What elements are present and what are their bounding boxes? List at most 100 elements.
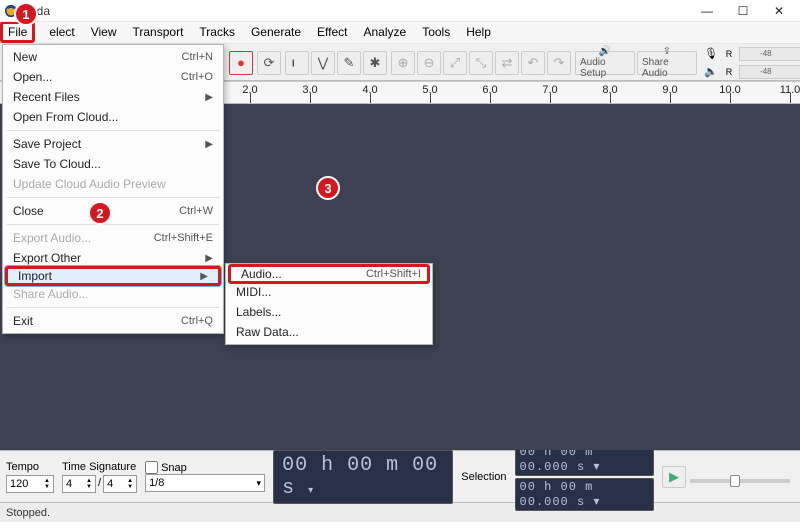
audio-setup-label: Audio Setup	[580, 57, 630, 79]
menu-item-label: Import	[18, 269, 52, 283]
audio-setup-button[interactable]: 🔊 Audio Setup	[575, 51, 635, 75]
menu-item-label: Recent Files	[13, 90, 80, 104]
zoom-in-icon[interactable]: ⊕	[391, 51, 415, 75]
menu-separator	[7, 224, 219, 225]
menu-item-label: Export Other	[13, 251, 81, 265]
svg-text:I: I	[292, 57, 295, 69]
menu-item-label: Open...	[13, 70, 52, 84]
menu-help[interactable]: Help	[458, 22, 499, 43]
fit-project-icon[interactable]: ⤡	[469, 51, 493, 75]
speaker-icon: 🔊	[599, 46, 611, 57]
tool-envelope-icon[interactable]: ⋁	[311, 51, 335, 75]
play-at-speed-button[interactable]: ▶	[662, 466, 686, 488]
menu-item-label: Save Project	[13, 137, 81, 151]
loop-toggle[interactable]: ⟳	[257, 51, 281, 75]
record-button-partial[interactable]: ●	[229, 51, 253, 75]
menu-analyze[interactable]: Analyze	[355, 22, 414, 43]
selection-end[interactable]: 00 h 00 m 00.000 s ▾	[515, 478, 654, 511]
import-menu-audio[interactable]: Audio... Ctrl+Shift+I	[228, 264, 430, 284]
menu-item-label: Export Audio...	[13, 231, 91, 245]
zoom-out-icon[interactable]: ⊖	[417, 51, 441, 75]
menubar: File elect View Transport Tracks Generat…	[0, 22, 800, 44]
import-menu-raw-data[interactable]: Raw Data...	[226, 322, 432, 342]
file-menu-exit[interactable]: ExitCtrl+Q	[3, 311, 223, 331]
tempo-spinner[interactable]: ▲▼	[44, 478, 50, 490]
menu-shortcut: Ctrl+Shift+I	[366, 268, 421, 280]
timesig-group: Time Signature 4 ▲▼ / 4 ▲▼	[62, 461, 137, 493]
annotation-1: 1	[14, 2, 38, 26]
fit-selection-icon[interactable]: ⤢	[443, 51, 467, 75]
tempo-input[interactable]: 120 ▲▼	[6, 475, 54, 493]
file-menu-close[interactable]: Close Ctrl+W	[3, 201, 223, 221]
import-menu-labels[interactable]: Labels...	[226, 302, 432, 322]
recording-meter[interactable]: -48 -24 0	[739, 47, 800, 61]
selection-group: Selection	[461, 471, 506, 483]
import-menu-midi[interactable]: MIDI...	[226, 282, 432, 302]
tool-multitool-icon[interactable]: ✱	[363, 51, 387, 75]
file-menu-save-to-cloud[interactable]: Save To Cloud...	[3, 154, 223, 174]
maximize-button[interactable]: ☐	[726, 2, 760, 20]
snap-label: Snap	[161, 462, 187, 474]
speaker-small-icon: 🔈	[703, 65, 719, 78]
file-menu-export-other[interactable]: Export Other▶	[3, 248, 223, 268]
menu-select-partial[interactable]: elect	[35, 22, 82, 43]
menu-item-label: Save To Cloud...	[13, 157, 101, 171]
zoom-toggle-icon[interactable]: ⇄	[495, 51, 519, 75]
share-audio-label: Share Audio	[642, 57, 692, 79]
tool-selection-icon[interactable]: I	[285, 51, 309, 75]
tool-draw-icon[interactable]: ✎	[337, 51, 361, 75]
close-button[interactable]: ✕	[762, 2, 796, 20]
menu-item-label: Share Audio...	[13, 287, 88, 301]
menu-effect[interactable]: Effect	[309, 22, 355, 43]
snap-group: Snap 1/8 ▾	[145, 461, 265, 492]
status-text: Stopped.	[6, 507, 50, 519]
menu-item-label: New	[13, 50, 37, 64]
menu-shortcut: Ctrl+N	[182, 51, 213, 63]
file-menu-recent-files[interactable]: Recent Files▶	[3, 87, 223, 107]
time-counter[interactable]: 00 h 00 m 00 s ▾	[273, 450, 453, 504]
minimize-button[interactable]: —	[690, 2, 724, 20]
menu-tools[interactable]: Tools	[414, 22, 458, 43]
import-submenu: Audio... Ctrl+Shift+I MIDI... Labels...Raw …	[225, 263, 433, 345]
tempo-group: Tempo 120 ▲▼	[6, 461, 54, 493]
window-controls: — ☐ ✕	[690, 2, 796, 20]
timesig-num-input[interactable]: 4 ▲▼	[62, 475, 96, 493]
status-bar: Stopped.	[0, 502, 800, 522]
undo-icon[interactable]: ↶	[521, 51, 545, 75]
file-menu: New Ctrl+N Open... Ctrl+O Recent Files▶Open …	[2, 44, 224, 334]
rec-level-label: R	[721, 49, 737, 59]
playback-speed-slider[interactable]	[690, 479, 790, 483]
menu-item-label: MIDI...	[236, 285, 271, 299]
menu-generate[interactable]: Generate	[243, 22, 309, 43]
timesig-den-input[interactable]: 4 ▲▼	[103, 475, 137, 493]
menu-shortcut: Ctrl+Shift+E	[154, 232, 213, 244]
file-menu-import[interactable]: Import▶	[5, 266, 221, 286]
timesig-slash: /	[98, 475, 101, 493]
playback-meter[interactable]: -48 -24 0	[739, 65, 800, 79]
snap-checkbox[interactable]	[145, 461, 158, 474]
redo-icon[interactable]: ↷	[547, 51, 571, 75]
titlebar: Auda — ☐ ✕	[0, 0, 800, 22]
annotation-2: 2	[88, 201, 112, 225]
menu-separator	[7, 197, 219, 198]
menu-item-label: Audio...	[241, 267, 282, 281]
menu-transport[interactable]: Transport	[125, 22, 192, 43]
file-menu-open-from-cloud[interactable]: Open From Cloud...	[3, 107, 223, 127]
annotation-3: 3	[316, 176, 340, 200]
timesig-label: Time Signature	[62, 461, 137, 473]
menu-view[interactable]: View	[83, 22, 125, 43]
snap-select[interactable]: 1/8 ▾	[145, 474, 265, 492]
file-menu-save-project[interactable]: Save Project▶	[3, 134, 223, 154]
selection-label: Selection	[461, 471, 506, 483]
bottom-toolbar: Tempo 120 ▲▼ Time Signature 4 ▲▼ / 4 ▲▼ …	[0, 450, 800, 502]
menu-tracks[interactable]: Tracks	[191, 22, 243, 43]
menu-shortcut: Ctrl+W	[179, 205, 213, 217]
share-audio-button[interactable]: ⇪ Share Audio	[637, 51, 697, 75]
file-menu-open[interactable]: Open... Ctrl+O	[3, 67, 223, 87]
menu-shortcut: Ctrl+O	[181, 71, 213, 83]
share-icon: ⇪	[663, 46, 671, 57]
file-menu-export-audio: Export Audio... Ctrl+Shift+E	[3, 228, 223, 248]
file-menu-new[interactable]: New Ctrl+N	[3, 47, 223, 67]
file-menu-update-cloud-audio-preview: Update Cloud Audio Preview	[3, 174, 223, 194]
menu-item-label: Close	[13, 204, 44, 218]
